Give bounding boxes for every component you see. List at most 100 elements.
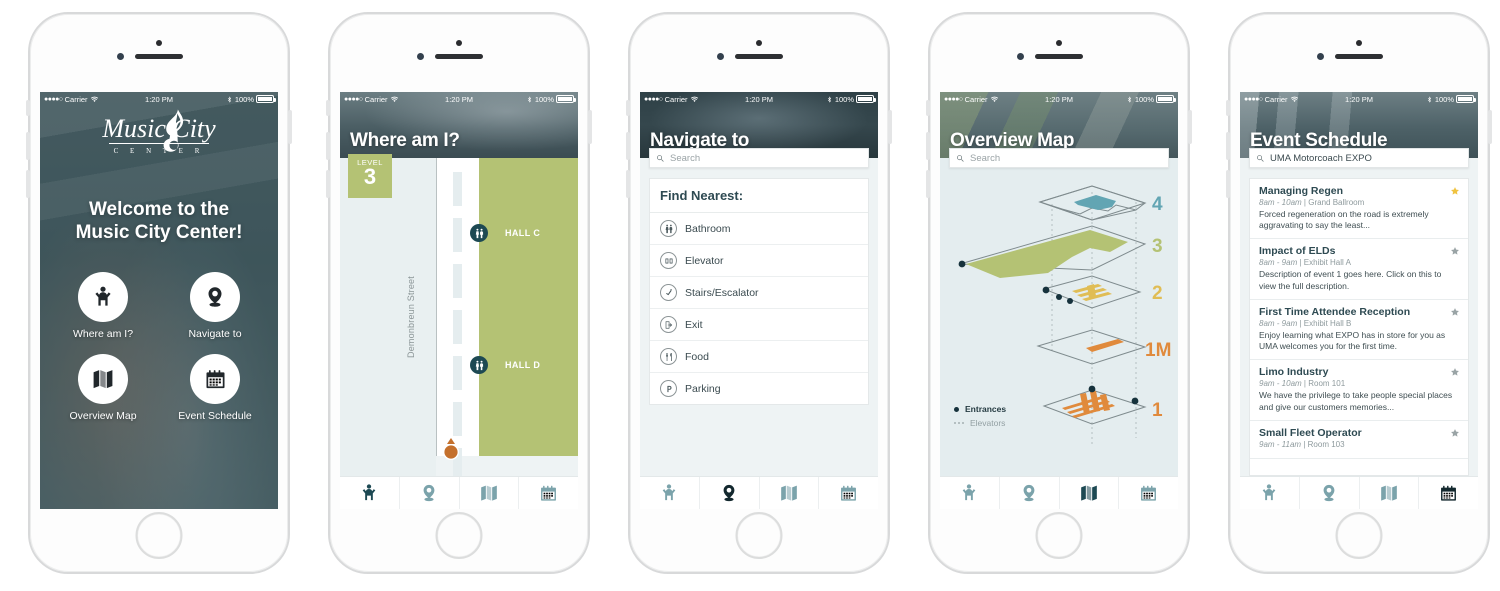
silent-switch[interactable] [326, 100, 330, 116]
home-tile-label: Where am I? [72, 328, 134, 340]
tab-bar [940, 476, 1178, 509]
search-placeholder: Search [970, 152, 1001, 164]
front-camera-icon [756, 40, 762, 46]
list-item-food[interactable]: Food [650, 341, 868, 373]
silent-switch[interactable] [1226, 100, 1230, 116]
event-title: Limo Industry [1259, 366, 1329, 379]
list-item[interactable]: Limo Industry 9am - 10am | Room 101 We h… [1250, 360, 1468, 421]
home-tile-overview-map[interactable]: Overview Map [64, 354, 142, 422]
power-button[interactable] [288, 110, 292, 144]
page-title: Where am I? [350, 130, 460, 151]
home-button[interactable] [735, 512, 783, 559]
silent-switch[interactable] [926, 100, 930, 116]
list-item[interactable]: First Time Attendee Reception 8am - 9am … [1250, 300, 1468, 361]
level-badge[interactable]: LEVEL 3 [348, 154, 392, 198]
volume-down-button[interactable] [626, 170, 630, 198]
home-button[interactable] [1035, 512, 1083, 559]
home-tile-label: Navigate to [188, 328, 242, 340]
favorite-star-icon[interactable] [1450, 186, 1460, 196]
search-icon [956, 154, 965, 163]
tab-overview-map[interactable] [1360, 477, 1420, 509]
power-button[interactable] [1188, 110, 1192, 144]
home-button[interactable] [1335, 512, 1383, 559]
power-button[interactable] [1488, 110, 1492, 144]
favorite-star-icon[interactable] [1450, 307, 1460, 317]
status-time: 1:20 PM [145, 94, 173, 104]
legend-label: Entrances [965, 404, 1007, 414]
legend-elevators: Elevators [954, 418, 1006, 428]
list-item-exit[interactable]: Exit [650, 309, 868, 341]
home-button[interactable] [435, 512, 483, 559]
power-button[interactable] [888, 110, 892, 144]
volume-up-button[interactable] [1226, 132, 1230, 160]
status-bar: ●●●●○ Carrier 1:20 PM 100% [1240, 92, 1478, 106]
event-location: Room 103 [1307, 439, 1345, 449]
floor-plate-1 [1042, 389, 1147, 425]
floor-map[interactable]: Demonbreun Street HALL C HALL D [340, 158, 578, 476]
proximity-sensor-icon [717, 53, 724, 60]
power-button[interactable] [588, 110, 592, 144]
isometric-floor-diagram[interactable]: 4 3 2 1M 1 Entrances Elevators [940, 158, 1178, 476]
favorite-star-icon[interactable] [1450, 428, 1460, 438]
home-button[interactable] [135, 512, 183, 559]
volume-up-button[interactable] [326, 132, 330, 160]
event-list[interactable]: Managing Regen 8am - 10am | Grand Ballro… [1249, 178, 1469, 476]
tab-navigate-to[interactable] [1000, 477, 1060, 509]
volume-down-button[interactable] [26, 170, 30, 198]
tab-event-schedule[interactable] [1119, 477, 1178, 509]
home-tile-where-am-i[interactable]: Where am I? [64, 272, 142, 340]
list-item-bathroom[interactable]: Bathroom [650, 213, 868, 245]
list-item[interactable]: Managing Regen 8am - 10am | Grand Ballro… [1250, 179, 1468, 240]
tab-where-am-i[interactable] [940, 477, 1000, 509]
list-item-elevator[interactable]: Elevator [650, 245, 868, 277]
search-value: UMA Motorcoach EXPO [1270, 152, 1372, 164]
favorite-star-icon[interactable] [1450, 367, 1460, 377]
tab-where-am-i[interactable] [340, 477, 400, 509]
floor-label-2: 2 [1152, 283, 1163, 304]
tab-bar [340, 476, 578, 509]
exit-icon [660, 316, 677, 333]
silent-switch[interactable] [26, 100, 30, 116]
favorite-star-icon[interactable] [1450, 246, 1460, 256]
tab-overview-map[interactable] [460, 477, 520, 509]
status-bar: ●●●●○ Carrier 1:20 PM 100% [940, 92, 1178, 106]
tab-where-am-i[interactable] [640, 477, 700, 509]
list-item-stairs-escalator[interactable]: Stairs/Escalator [650, 277, 868, 309]
screen-event-schedule: ●●●●○ Carrier 1:20 PM 100% Event Schedul… [1240, 92, 1478, 509]
volume-down-button[interactable] [326, 170, 330, 198]
list-item[interactable]: Impact of ELDs 8am - 9am | Exhibit Hall … [1250, 239, 1468, 300]
silent-switch[interactable] [626, 100, 630, 116]
home-tile-navigate-to[interactable]: Navigate to [176, 272, 254, 340]
battery-icon [1456, 95, 1476, 103]
tab-overview-map[interactable] [760, 477, 820, 509]
parking-icon [660, 380, 677, 397]
search-input[interactable]: Search [949, 148, 1169, 168]
volume-down-button[interactable] [926, 170, 930, 198]
tab-overview-map[interactable] [1060, 477, 1120, 509]
restroom-icon[interactable] [470, 224, 488, 242]
event-meta: 8am - 10am | Grand Ballroom [1259, 198, 1365, 207]
search-input[interactable]: UMA Motorcoach EXPO [1249, 148, 1469, 168]
event-meta: 9am - 10am | Room 101 [1259, 379, 1346, 389]
person-raised-arms-icon [78, 272, 128, 322]
tab-navigate-to[interactable] [700, 477, 760, 509]
corridor-marking [453, 402, 462, 436]
volume-down-button[interactable] [1226, 170, 1230, 198]
search-input[interactable]: Search [649, 148, 869, 168]
tab-navigate-to[interactable] [400, 477, 460, 509]
event-title: Managing Regen [1259, 185, 1344, 197]
tab-where-am-i[interactable] [1240, 477, 1300, 509]
volume-up-button[interactable] [926, 132, 930, 160]
tab-navigate-to[interactable] [1300, 477, 1360, 509]
volume-up-button[interactable] [626, 132, 630, 160]
volume-up-button[interactable] [26, 132, 30, 160]
list-item-label: Parking [685, 382, 721, 395]
list-item[interactable]: Small Fleet Operator 9am - 11am | Room 1… [1250, 421, 1468, 459]
tab-event-schedule[interactable] [1419, 477, 1478, 509]
tab-event-schedule[interactable] [819, 477, 878, 509]
tab-event-schedule[interactable] [519, 477, 578, 509]
list-item-parking[interactable]: Parking [650, 373, 868, 404]
earpiece-speaker [1335, 54, 1383, 59]
home-tile-event-schedule[interactable]: Event Schedule [176, 354, 254, 422]
restroom-icon[interactable] [470, 356, 488, 374]
